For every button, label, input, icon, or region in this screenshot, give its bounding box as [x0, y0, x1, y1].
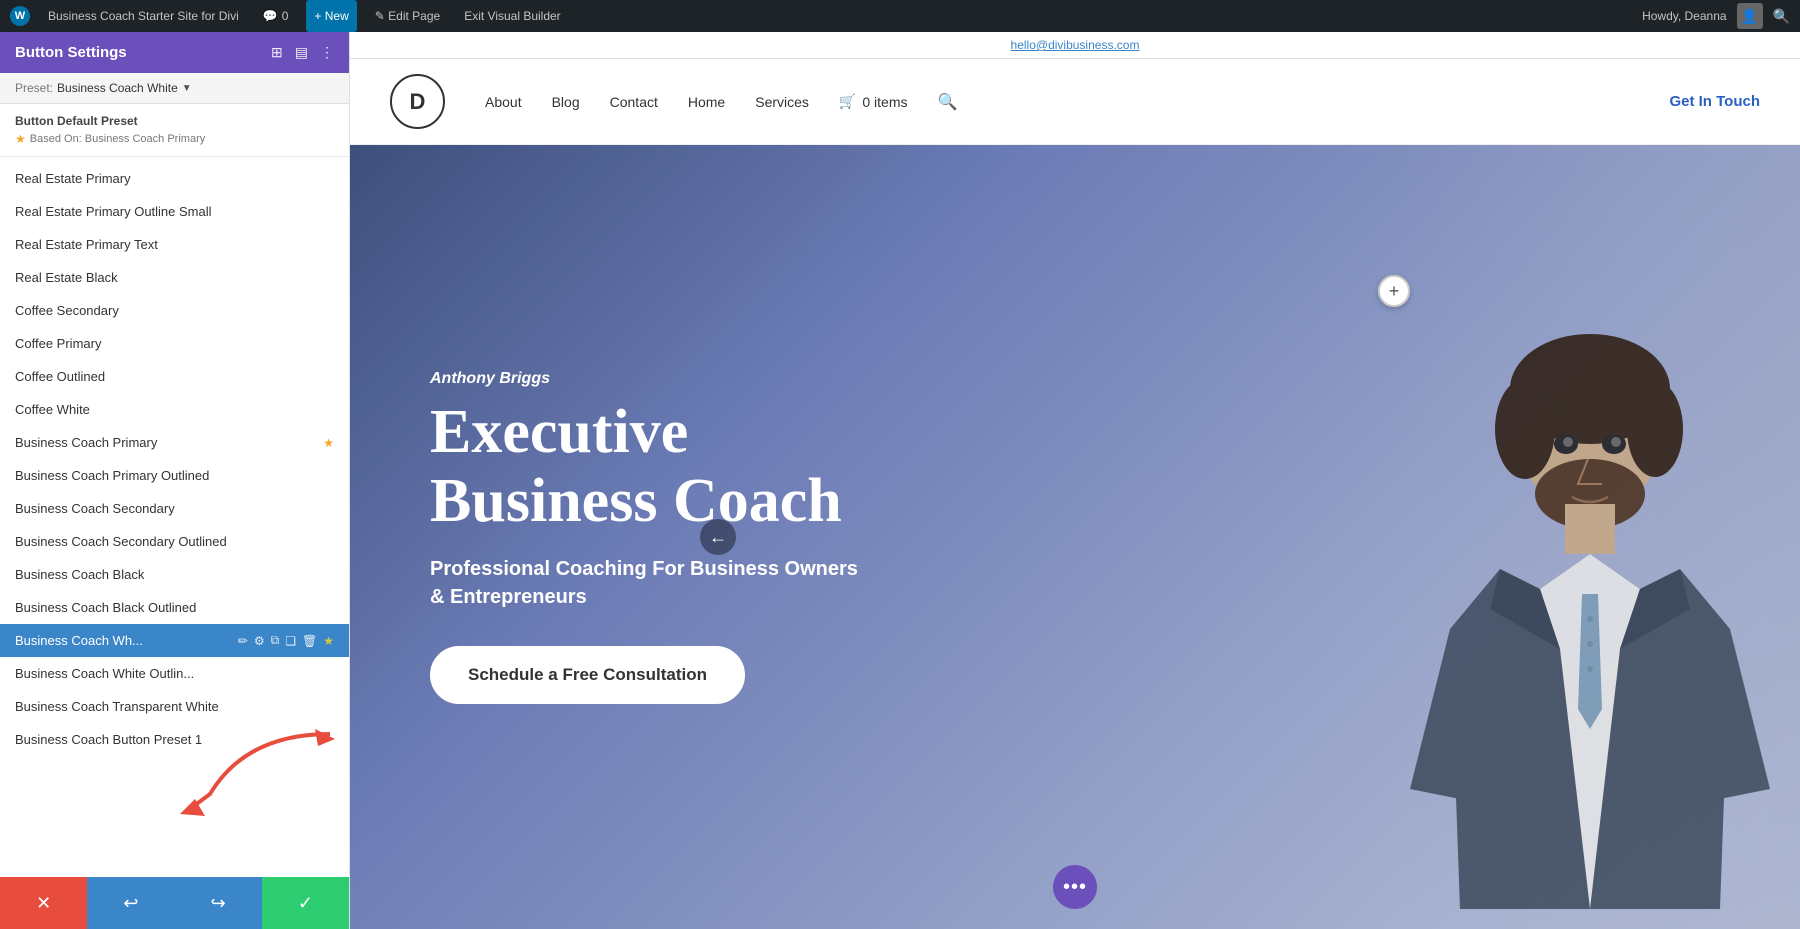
admin-bar-greeting: Howdy, Deanna — [1642, 9, 1727, 23]
preset-duplicate-icon[interactable]: ❑ — [285, 634, 296, 648]
preset-item-real-estate-outline-small[interactable]: Real Estate Primary Outline Small — [0, 195, 349, 228]
dots-icon: ••• — [1063, 876, 1087, 899]
default-preset-title: Button Default Preset — [15, 114, 334, 128]
admin-bar-site-name[interactable]: Business Coach Starter Site for Divi — [42, 0, 245, 32]
preset-item-bc-button-preset-1[interactable]: Business Coach Button Preset 1 — [0, 723, 349, 756]
confirm-icon: ✓ — [298, 893, 313, 914]
preset-item-coffee-outlined[interactable]: Coffee Outlined — [0, 360, 349, 393]
preset-delete-icon[interactable]: 🗑 — [302, 634, 317, 648]
preset-list: Real Estate Primary Real Estate Primary … — [0, 157, 349, 877]
man-figure — [1003, 145, 1800, 929]
panel-header-icons: ⊞ ▤ ⋮ — [271, 44, 334, 61]
nav-contact[interactable]: Contact — [610, 94, 658, 110]
site-logo[interactable]: D — [390, 74, 445, 129]
preset-item-bc-secondary[interactable]: Business Coach Secondary — [0, 492, 349, 525]
panel-header: Button Settings ⊞ ▤ ⋮ — [0, 32, 349, 73]
panel-icon-layout[interactable]: ▤ — [295, 44, 308, 61]
admin-bar: W Business Coach Starter Site for Divi 💬… — [0, 0, 1800, 32]
nav-services[interactable]: Services — [755, 94, 809, 110]
default-preset-based: ★ Based On: Business Coach Primary — [15, 132, 334, 146]
panel-title: Button Settings — [15, 44, 127, 61]
preset-item-coffee-white[interactable]: Coffee White — [0, 393, 349, 426]
preset-settings-icon[interactable]: ⚙ — [254, 634, 265, 648]
preset-item-bc-primary-outlined[interactable]: Business Coach Primary Outlined — [0, 459, 349, 492]
hero-subtitle: Professional Coaching For Business Owner… — [430, 555, 870, 611]
admin-bar-edit-page[interactable]: ✎ Edit Page — [369, 0, 446, 32]
main-layout: Button Settings ⊞ ▤ ⋮ Preset: Business C… — [0, 32, 1800, 929]
preset-item-bc-secondary-outlined[interactable]: Business Coach Secondary Outlined — [0, 525, 349, 558]
website-preview: hello@divibusiness.com D About Blog Cont… — [350, 32, 1800, 929]
preset-item-coffee-secondary[interactable]: Coffee Secondary — [0, 294, 349, 327]
site-email-link[interactable]: hello@divibusiness.com — [1011, 38, 1140, 52]
panel-bottom-bar: ✕ ↩ ↪ ✓ — [0, 877, 349, 929]
preset-item-bc-white[interactable]: Business Coach Wh... ✏ ⚙ ⧉ ❑ 🗑 ★ — [0, 624, 349, 657]
panel-icon-more[interactable]: ⋮ — [320, 44, 334, 61]
preset-copy-icon[interactable]: ⧉ — [271, 633, 280, 648]
hero-title: Executive Business Coach — [430, 398, 870, 534]
redo-button[interactable]: ↪ — [175, 877, 262, 929]
preset-bar-label: Preset: — [15, 81, 53, 95]
admin-bar-exit-builder[interactable]: Exit Visual Builder — [458, 0, 567, 32]
hero-image — [1003, 145, 1800, 929]
get-in-touch-link[interactable]: Get In Touch — [1669, 93, 1760, 110]
cart-icon: 🛒 — [839, 93, 856, 110]
preset-item-bc-black[interactable]: Business Coach Black — [0, 558, 349, 591]
hero-section: + ← Anthony Briggs Executive Business Co… — [350, 145, 1800, 929]
hero-cta-button[interactable]: Schedule a Free Consultation — [430, 646, 745, 704]
site-nav-right: Get In Touch — [1669, 93, 1760, 110]
nav-home[interactable]: Home — [688, 94, 725, 110]
plus-icon: + — [1389, 281, 1400, 302]
star-icon: ★ — [15, 132, 26, 146]
based-on-label: Based On: Business Coach Primary — [30, 133, 205, 145]
search-icon[interactable]: 🔍 — [937, 92, 957, 112]
cancel-icon: ✕ — [36, 893, 51, 914]
comment-bubble-icon: 💬 — [263, 9, 278, 23]
site-topbar: hello@divibusiness.com — [350, 32, 1800, 59]
preset-item-bc-primary[interactable]: Business Coach Primary ★ — [0, 426, 349, 459]
admin-bar-new-button[interactable]: + New — [306, 0, 356, 32]
preset-edit-icon[interactable]: ✏ — [238, 634, 248, 648]
admin-bar-comments[interactable]: 💬 0 — [257, 0, 295, 32]
nav-about[interactable]: About — [485, 94, 522, 110]
admin-search-icon[interactable]: 🔍 — [1773, 8, 1790, 25]
preset-item-coffee-primary[interactable]: Coffee Primary — [0, 327, 349, 360]
hero-content: Anthony Briggs Executive Business Coach … — [350, 310, 950, 763]
preset-star-icon[interactable]: ★ — [323, 634, 334, 648]
preset-bar-value: Business Coach White — [57, 81, 178, 95]
cart-area[interactable]: 🛒 0 items — [839, 93, 908, 110]
preset-item-real-estate-primary-text[interactable]: Real Estate Primary Text — [0, 228, 349, 261]
preset-item-bc-white-outlined[interactable]: Business Coach White Outlin... — [0, 657, 349, 690]
preset-item-real-estate-black[interactable]: Real Estate Black — [0, 261, 349, 294]
panel-icon-views[interactable]: ⊞ — [271, 44, 283, 61]
redo-icon: ↪ — [211, 893, 226, 914]
preset-item-real-estate-primary[interactable]: Real Estate Primary — [0, 162, 349, 195]
arrow-left-icon: ← — [709, 527, 727, 548]
comment-count: 0 — [282, 9, 289, 23]
site-navbar: D About Blog Contact Home Services 🛒 0 i… — [350, 59, 1800, 145]
add-section-button[interactable]: + — [1378, 275, 1410, 307]
left-panel: Button Settings ⊞ ▤ ⋮ Preset: Business C… — [0, 32, 350, 929]
preset-chevron-icon: ▼ — [182, 83, 192, 94]
nav-blog[interactable]: Blog — [552, 94, 580, 110]
undo-button[interactable]: ↩ — [87, 877, 174, 929]
hero-author-name: Anthony Briggs — [430, 370, 870, 388]
wp-logo-icon[interactable]: W — [10, 6, 30, 26]
preset-star-active-icon: ★ — [323, 436, 334, 450]
undo-icon: ↩ — [123, 893, 138, 914]
cancel-button[interactable]: ✕ — [0, 877, 87, 929]
admin-bar-right: Howdy, Deanna 👤 🔍 — [1642, 3, 1790, 29]
site-nav: About Blog Contact Home Services 🛒 0 ite… — [485, 92, 1629, 112]
confirm-button[interactable]: ✓ — [262, 877, 349, 929]
admin-avatar[interactable]: 👤 — [1737, 3, 1763, 29]
cart-count: 0 items — [862, 94, 907, 110]
preset-bar[interactable]: Preset: Business Coach White ▼ — [0, 73, 349, 104]
floating-menu-button[interactable]: ••• — [1053, 865, 1097, 909]
prev-arrow-button[interactable]: ← — [700, 519, 736, 555]
site-name-label: Business Coach Starter Site for Divi — [48, 9, 239, 23]
preset-item-bc-transparent-white[interactable]: Business Coach Transparent White — [0, 690, 349, 723]
preset-item-bc-black-outlined[interactable]: Business Coach Black Outlined — [0, 591, 349, 624]
preset-item-action-icons: ✏ ⚙ ⧉ ❑ 🗑 ★ — [238, 633, 334, 648]
default-preset-section: Button Default Preset ★ Based On: Busine… — [0, 104, 349, 157]
